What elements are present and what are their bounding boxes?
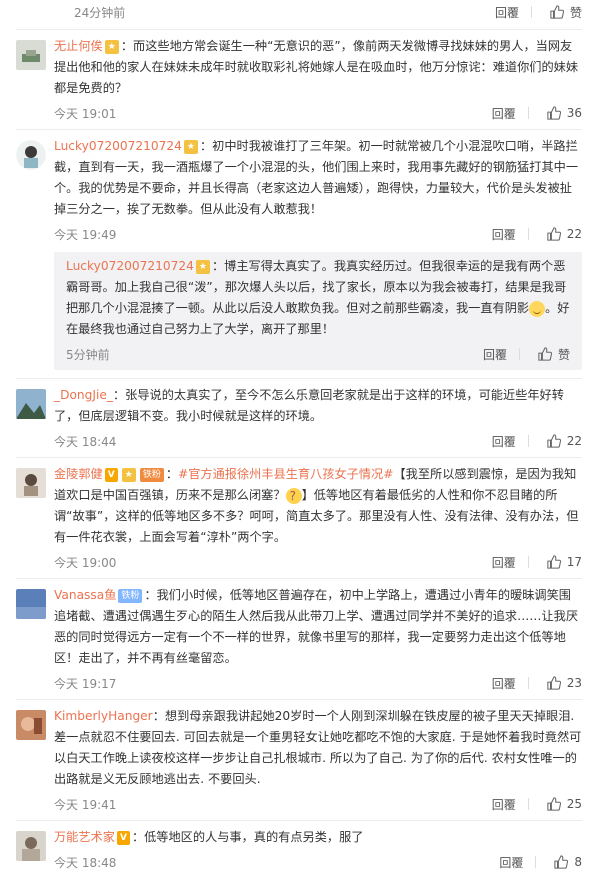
- avatar[interactable]: [16, 589, 46, 619]
- verified-icon: V: [104, 467, 118, 482]
- avatar[interactable]: [16, 140, 46, 170]
- comment-item: 无止何俟 ★ ：而这些地方常会诞生一种“无意识的恶”，像前两天发微博寻找妹妹的男人，…: [0, 30, 598, 125]
- reply-button[interactable]: 回覆: [499, 854, 523, 871]
- comment-item: Vanassa鱼 铁粉 ：我们小时候，低等地区普遍存在，初中上学路上，遭遇过小青年的…: [0, 579, 598, 695]
- comment-time: 今天 19:00: [54, 555, 117, 570]
- fan-badge: 铁粉: [139, 467, 164, 482]
- reply-time: 5分钟前: [66, 347, 110, 362]
- like-count: 22: [566, 227, 582, 241]
- like-button[interactable]: 8: [554, 855, 582, 869]
- reply-button[interactable]: 回覆: [492, 226, 516, 243]
- emoji-icon: [529, 300, 546, 317]
- divider: [527, 798, 529, 810]
- divider: [527, 556, 529, 568]
- username[interactable]: _DongJie_: [54, 388, 113, 402]
- reply-button[interactable]: 回覆: [492, 433, 516, 450]
- username[interactable]: Lucky072007210724: [54, 139, 182, 153]
- thumbs-up-icon: [547, 227, 561, 241]
- thumbs-up-icon: [547, 676, 561, 690]
- avatar[interactable]: [16, 710, 46, 740]
- reply-button[interactable]: 回覆: [495, 4, 519, 21]
- previous-comment-footer: 24分钟前 回覆 赞: [0, 0, 598, 29]
- comment-item: Lucky072007210724 ★ ：初中时我被谁打了三年架。初一时就常被几个小…: [0, 130, 598, 370]
- sub-reply: Lucky072007210724 ★ ：博主写得太真实了。我真实经历过。但我很幸运…: [54, 252, 582, 370]
- thumbs-up-icon: [550, 5, 564, 19]
- avatar[interactable]: [16, 831, 46, 861]
- like-label: 赞: [557, 347, 570, 362]
- reply-button[interactable]: 回覆: [492, 554, 516, 571]
- comment-item: 万能艺术家 V ：低等地区的人与事，真的有点另类，服了 今天 18:48 回覆 8: [0, 821, 598, 874]
- verified-icon: V: [116, 830, 130, 845]
- reply-button[interactable]: 回覆: [483, 346, 507, 363]
- like-count: 25: [566, 797, 582, 811]
- comment-time: 今天 19:49: [54, 227, 117, 242]
- thumbs-up-icon: [547, 555, 561, 569]
- thumbs-up-icon: [547, 797, 561, 811]
- comment-time: 今天 18:48: [54, 855, 117, 870]
- member-badge: ★: [121, 467, 136, 482]
- thumbs-up-icon: [547, 106, 561, 120]
- divider: [527, 677, 529, 689]
- like-button[interactable]: 赞: [538, 346, 570, 363]
- username[interactable]: Vanassa鱼: [54, 588, 116, 602]
- avatar[interactable]: [16, 389, 46, 419]
- sticker-icon: [285, 487, 302, 504]
- comment-item: KimberlyHanger：想到母亲跟我讲起她20岁时一个人刚到深圳躲在铁皮屋…: [0, 700, 598, 816]
- fan-badge: 铁粉: [118, 588, 143, 603]
- member-badge: ★: [183, 139, 198, 154]
- divider: [527, 435, 529, 447]
- like-count: 36: [566, 106, 582, 120]
- like-button[interactable]: 22: [547, 227, 582, 241]
- like-count: 17: [566, 555, 582, 569]
- like-count: 8: [574, 855, 582, 869]
- username[interactable]: 金陵郭健: [54, 467, 103, 481]
- member-badge: ★: [195, 259, 210, 274]
- comment-text: ：低等地区的人与事，真的有点另类，服了: [131, 830, 364, 844]
- reply-button[interactable]: 回覆: [492, 675, 516, 692]
- like-button[interactable]: 赞: [550, 4, 582, 21]
- comment-item: 金陵郭健 V ★ 铁粉 ：#官方通报徐州丰县生育八孩女子情况#【我至所以感到震惊，是因为…: [0, 458, 598, 574]
- reply-button[interactable]: 回覆: [492, 105, 516, 122]
- like-button[interactable]: 17: [547, 555, 582, 569]
- like-button[interactable]: 25: [547, 797, 582, 811]
- thumbs-up-icon: [547, 434, 561, 448]
- divider: [530, 6, 532, 18]
- comment-time: 今天 18:44: [54, 434, 117, 449]
- comment-time: 今天 19:01: [54, 106, 117, 121]
- divider: [527, 107, 529, 119]
- username[interactable]: 无止何俟: [54, 39, 103, 53]
- comment-time: 今天 19:41: [54, 797, 117, 812]
- comment-list-page: 24分钟前 回覆 赞 无止何俟 ★ ：而这些地方常会诞生一种“无意识的恶”，像前两天…: [0, 0, 598, 879]
- like-count: 22: [566, 434, 582, 448]
- comment-time: 24分钟前: [74, 5, 126, 20]
- comment-time: 今天 19:17: [54, 676, 117, 691]
- reply-button[interactable]: 回覆: [492, 796, 516, 813]
- hashtag-link[interactable]: #官方通报徐州丰县生育八孩女子情况#: [178, 467, 393, 481]
- avatar[interactable]: [16, 468, 46, 498]
- divider: [527, 228, 529, 240]
- like-button[interactable]: 22: [547, 434, 582, 448]
- divider: [518, 348, 520, 360]
- member-badge: ★: [104, 39, 119, 54]
- comment-item: _DongJie_：张导说的太真实了，至今不怎么乐意回老家就是出于这样的环境，可…: [0, 379, 598, 453]
- divider: [535, 856, 537, 868]
- comment-text: ：张导说的太真实了，至今不怎么乐意回老家就是出于这样的环境，可能近些年好转了，但…: [54, 388, 564, 423]
- username[interactable]: KimberlyHanger: [54, 709, 153, 723]
- like-button[interactable]: 23: [547, 676, 582, 690]
- username[interactable]: Lucky072007210724: [66, 259, 194, 273]
- thumbs-up-icon: [538, 347, 552, 361]
- like-count: 23: [566, 676, 582, 690]
- thumbs-up-icon: [554, 855, 569, 869]
- avatar[interactable]: [16, 40, 46, 70]
- like-button[interactable]: 36: [547, 106, 582, 120]
- comment-text: ：而这些地方常会诞生一种“无意识的恶”，像前两天发微博寻找妹妹的男人，当网友提出…: [54, 39, 579, 95]
- username[interactable]: 万能艺术家: [54, 830, 115, 844]
- like-label: 赞: [569, 5, 582, 20]
- comment-text-prefix: ：: [165, 467, 179, 481]
